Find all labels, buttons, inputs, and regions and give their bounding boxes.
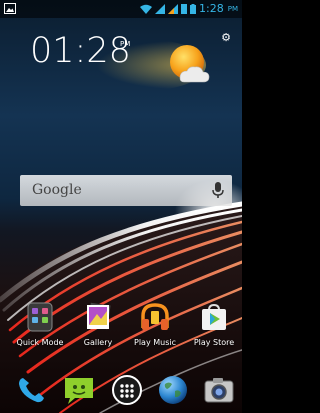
status-bar: 1:28 PM bbox=[0, 0, 242, 18]
image-notification-icon bbox=[4, 3, 16, 14]
gallery-icon bbox=[87, 302, 111, 330]
home-screen: 1:28 PM 01:28 PM ⚙ Google Quick Mode Gal… bbox=[0, 0, 242, 413]
messaging-icon[interactable] bbox=[63, 374, 95, 406]
signal-icon bbox=[168, 3, 179, 14]
app-play-store[interactable]: Play Store bbox=[186, 302, 242, 347]
play-music-icon bbox=[141, 303, 169, 330]
clock-time[interactable]: 01:28 bbox=[30, 34, 131, 69]
signal-icon bbox=[155, 3, 166, 14]
play-store-icon bbox=[202, 303, 226, 330]
phone-icon[interactable] bbox=[15, 374, 47, 406]
clock-ampm: PM bbox=[120, 40, 131, 48]
sun-cloud-icon[interactable] bbox=[166, 42, 212, 88]
sim-icon bbox=[181, 3, 188, 14]
mic-icon[interactable] bbox=[212, 182, 224, 199]
status-ampm: PM bbox=[227, 4, 238, 13]
google-search-bar[interactable]: Google bbox=[20, 175, 232, 206]
app-label: Play Store bbox=[193, 338, 235, 347]
search-label: Google bbox=[32, 182, 82, 198]
app-label: Gallery bbox=[83, 338, 113, 347]
app-play-music[interactable]: Play Music bbox=[127, 302, 183, 347]
app-quick-mode[interactable]: Quick Mode bbox=[12, 302, 68, 347]
app-label: Quick Mode bbox=[16, 338, 64, 347]
camera-icon[interactable] bbox=[203, 374, 235, 406]
quick-mode-icon bbox=[27, 302, 53, 332]
gear-icon[interactable]: ⚙ bbox=[220, 32, 232, 44]
app-gallery[interactable]: Gallery bbox=[70, 302, 126, 347]
wifi-icon bbox=[140, 4, 153, 14]
browser-icon[interactable] bbox=[157, 374, 189, 406]
battery-icon bbox=[190, 3, 197, 14]
status-icons: 1:28 PM bbox=[140, 2, 238, 15]
app-drawer-icon[interactable] bbox=[111, 374, 143, 406]
app-label: Play Music bbox=[134, 338, 176, 347]
status-time: 1:28 bbox=[199, 2, 224, 15]
